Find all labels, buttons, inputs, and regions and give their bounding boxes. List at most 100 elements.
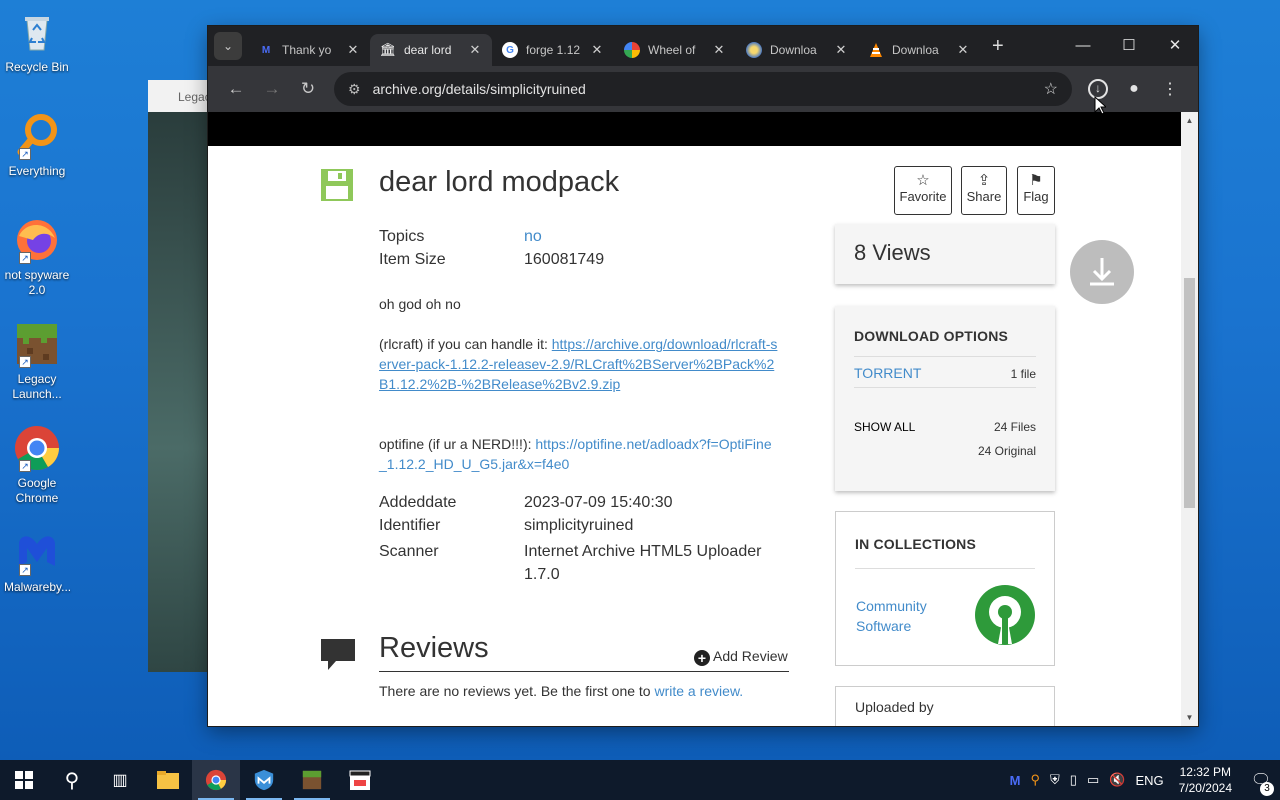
close-icon[interactable]: ✕ bbox=[346, 42, 360, 58]
scanner-label: Scanner bbox=[379, 543, 439, 560]
torrent-file-count: 1 file bbox=[1010, 367, 1036, 381]
tab-strip: ⌄ M Thank yo ✕ 🏛 dear lord ✕ G forge 1.1… bbox=[208, 26, 1198, 66]
network-tray-icon[interactable]: ▭ bbox=[1087, 772, 1099, 788]
speech-bubble-icon bbox=[320, 636, 356, 672]
address-bar[interactable]: ⚙ archive.org/details/simplicityruined ☆ bbox=[334, 72, 1072, 106]
start-button[interactable] bbox=[0, 760, 48, 800]
close-icon[interactable]: ✕ bbox=[590, 42, 604, 58]
back-icon[interactable]: ← bbox=[218, 79, 254, 99]
notification-center-button[interactable]: 🗨 3 bbox=[1242, 770, 1280, 796]
files-count: 24 Files bbox=[993, 420, 1036, 434]
malwarebytes-icon: ↗ bbox=[13, 528, 61, 576]
site-info-icon[interactable]: ⚙ bbox=[348, 81, 361, 98]
add-review-button[interactable]: + Add Review bbox=[694, 648, 788, 666]
tab-dear-lord[interactable]: 🏛 dear lord ✕ bbox=[370, 34, 492, 66]
usb-tray-icon[interactable]: ▯ bbox=[1070, 772, 1077, 788]
download-circle-button[interactable] bbox=[1070, 240, 1134, 304]
minecraft-grass-icon: ↗ bbox=[13, 320, 61, 368]
scroll-down-icon[interactable]: ▼ bbox=[1181, 713, 1198, 722]
desktop-icon-legacy-launcher[interactable]: ↗ Legacy Launch... bbox=[4, 320, 70, 402]
close-icon[interactable]: ✕ bbox=[712, 42, 726, 58]
scanner-value: Internet Archive HTML5 Uploader 1.7.0 bbox=[524, 543, 762, 583]
divider bbox=[855, 568, 1035, 569]
desktop-icon-google-chrome[interactable]: ↗ Google Chrome bbox=[4, 424, 70, 506]
taskbar-media-app[interactable] bbox=[336, 760, 384, 800]
page-scrollbar[interactable]: ▲ ▼ bbox=[1181, 112, 1198, 726]
collections-box: IN COLLECTIONS Community Software bbox=[835, 511, 1055, 666]
flag-button[interactable]: ⚑ Flag bbox=[1017, 166, 1055, 215]
forward-icon[interactable]: → bbox=[254, 79, 290, 99]
wheel-icon bbox=[624, 42, 640, 58]
desktop-icon-malwarebytes[interactable]: ↗ Malwareby... bbox=[4, 528, 71, 595]
search-icon: ⚲ bbox=[64, 769, 80, 792]
language-indicator[interactable]: ENG bbox=[1135, 773, 1163, 788]
item-size-value: 160081749 bbox=[524, 251, 605, 268]
clock[interactable]: 12:32 PM 7/20/2024 bbox=[1179, 764, 1232, 796]
bookmark-star-icon[interactable]: ☆ bbox=[1044, 79, 1058, 99]
archive-page: ▲ ▼ dear lord modpack ☆ Favorite ⇪ Share… bbox=[208, 112, 1198, 726]
task-view-button[interactable]: ▥ bbox=[96, 760, 144, 800]
desktop-icon-label: not spyware 2.0 bbox=[4, 268, 70, 297]
clock-time: 12:32 PM bbox=[1179, 765, 1231, 779]
tab-title: dear lord bbox=[404, 43, 452, 57]
share-button[interactable]: ⇪ Share bbox=[961, 166, 1007, 215]
identifier-label: Identifier bbox=[379, 517, 441, 534]
close-window-icon[interactable]: ✕ bbox=[1152, 26, 1198, 66]
desktop-icon-recycle-bin[interactable]: Recycle Bin bbox=[4, 8, 70, 75]
taskbar-file-explorer[interactable] bbox=[144, 760, 192, 800]
malwarebytes-icon: M bbox=[261, 44, 271, 56]
recycle-bin-icon bbox=[13, 8, 61, 56]
desktop-icon-label: Legacy Launch... bbox=[12, 372, 62, 401]
write-review-link[interactable]: write a review. bbox=[654, 683, 743, 699]
taskbar-chrome[interactable] bbox=[192, 760, 240, 800]
tab-wheel-of[interactable]: Wheel of ✕ bbox=[614, 34, 736, 66]
reload-icon[interactable]: ↻ bbox=[290, 79, 326, 99]
favorite-button[interactable]: ☆ Favorite bbox=[894, 166, 952, 215]
scroll-up-icon[interactable]: ▲ bbox=[1181, 116, 1198, 125]
security-tray-icon[interactable]: ⛨ bbox=[1050, 772, 1060, 788]
chrome-icon: ↗ bbox=[13, 424, 61, 472]
windows-icon bbox=[15, 771, 33, 789]
topics-link[interactable]: no bbox=[524, 228, 542, 246]
firefox-icon: ↗ bbox=[13, 216, 61, 264]
tab-search-button[interactable]: ⌄ bbox=[214, 32, 242, 60]
profile-icon[interactable]: ● bbox=[1116, 80, 1152, 98]
malwarebytes-tray-icon[interactable]: M bbox=[1010, 773, 1021, 788]
chevron-down-icon: ⌄ bbox=[222, 39, 234, 53]
task-view-icon: ▥ bbox=[112, 772, 128, 789]
tab-forge[interactable]: G forge 1.12 ✕ bbox=[492, 34, 614, 66]
taskbar: ⚲ ▥ M ⚲ ⛨ ▯ ▭ 🔇 ENG 12:32 PM 7/20/2024 🗨… bbox=[0, 760, 1280, 800]
minimize-icon[interactable]: — bbox=[1060, 26, 1106, 66]
tab-thank-you[interactable]: M Thank yo ✕ bbox=[248, 34, 370, 66]
identifier-row: Identifier simplicityruined bbox=[379, 517, 633, 535]
torrent-link[interactable]: TORRENT bbox=[854, 365, 921, 381]
close-icon[interactable]: ✕ bbox=[834, 42, 848, 58]
addeddate-value: 2023-07-09 15:40:30 bbox=[524, 494, 673, 511]
scrollbar-thumb[interactable] bbox=[1184, 278, 1195, 508]
menu-kebab-icon[interactable]: ⋮ bbox=[1152, 79, 1188, 99]
close-icon[interactable]: ✕ bbox=[956, 42, 970, 58]
tab-download-1[interactable]: Downloa ✕ bbox=[736, 34, 858, 66]
new-tab-button[interactable]: + bbox=[992, 35, 1004, 58]
show-all-link[interactable]: SHOW ALL bbox=[854, 420, 915, 434]
item-details: dear lord modpack ☆ Favorite ⇪ Share ⚑ F… bbox=[208, 146, 1181, 726]
desktop-icon-everything[interactable]: ↗ Everything bbox=[4, 112, 70, 179]
url-text[interactable]: archive.org/details/simplicityruined bbox=[373, 81, 1044, 97]
search-button[interactable]: ⚲ bbox=[48, 760, 96, 800]
community-software-link[interactable]: Community Software bbox=[856, 596, 936, 636]
everything-tray-icon[interactable]: ⚲ bbox=[1031, 772, 1041, 788]
open-source-keyhole-icon[interactable] bbox=[974, 584, 1036, 646]
add-review-label: Add Review bbox=[713, 648, 788, 664]
taskbar-malwarebytes[interactable] bbox=[240, 760, 288, 800]
item-size-label: Item Size bbox=[379, 251, 446, 268]
no-reviews-text: There are no reviews yet. Be the first o… bbox=[379, 683, 743, 699]
maximize-icon[interactable]: ☐ bbox=[1106, 26, 1152, 66]
close-icon[interactable]: ✕ bbox=[468, 42, 482, 58]
tab-download-2[interactable]: Downloa ✕ bbox=[858, 34, 980, 66]
views-box: 8 Views bbox=[835, 224, 1055, 284]
divider bbox=[854, 356, 1036, 357]
desktop-icon-firefox[interactable]: ↗ not spyware 2.0 bbox=[4, 216, 70, 298]
scanner-row: Scanner Internet Archive HTML5 Uploader 1… bbox=[379, 540, 774, 586]
volume-muted-icon[interactable]: 🔇 bbox=[1109, 772, 1125, 788]
taskbar-legacy-launcher[interactable] bbox=[288, 760, 336, 800]
